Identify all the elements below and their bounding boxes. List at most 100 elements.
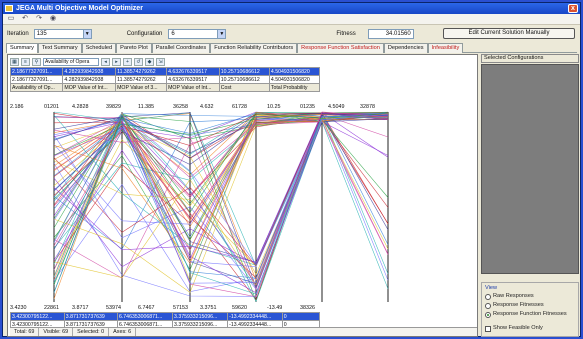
close-button[interactable]: x bbox=[568, 4, 578, 13]
cell: 4.632676339517 bbox=[166, 75, 220, 84]
window-title: JEGA Multi Objective Model Optimizer bbox=[16, 5, 143, 12]
parallel-coordinates-plot[interactable]: 2.186 01201 4.2828 39829 11.385 36258 4.… bbox=[10, 104, 477, 311]
axis-top-label: 61728 bbox=[232, 104, 247, 110]
iteration-label: Iteration bbox=[7, 31, 29, 37]
column-header[interactable]: Availability of Op... bbox=[9, 83, 64, 92]
fitness-label: Fitness bbox=[336, 31, 356, 37]
radio-icon[interactable] bbox=[485, 303, 491, 309]
cell: 2.18677327091... bbox=[9, 75, 64, 84]
axis-top-label: 4.5049 bbox=[328, 104, 345, 110]
tab-bar: Summary Text Summary Scheduled Pareto Pl… bbox=[6, 43, 577, 53]
axis-top-label: 2.186 bbox=[10, 104, 24, 110]
column-header[interactable]: Total Probability bbox=[268, 83, 321, 92]
column-header[interactable]: MOP Value of Int... bbox=[62, 83, 117, 92]
tab-pareto-plot[interactable]: Pareto Plot bbox=[116, 43, 152, 53]
cell: 3.375933215096... bbox=[172, 312, 229, 321]
save-icon[interactable]: ▭ bbox=[7, 15, 15, 23]
cell: 3.42300795122... bbox=[10, 312, 65, 321]
axis-bottom-label: 3.8717 bbox=[72, 305, 89, 311]
table-row[interactable]: 3.42300795122... 3.871731737639 6.746353… bbox=[10, 312, 321, 321]
move-left-icon[interactable]: ◂ bbox=[101, 57, 110, 66]
selected-configurations-list[interactable] bbox=[481, 64, 579, 274]
axis-bottom-label: 22861 bbox=[44, 305, 59, 311]
axis-top-label: 32878 bbox=[360, 104, 375, 110]
view-title: View bbox=[485, 285, 498, 291]
tab-scheduled[interactable]: Scheduled bbox=[81, 43, 117, 53]
axis-bottom-label: 3.3751 bbox=[200, 305, 217, 311]
help-icon[interactable]: ◉ bbox=[49, 15, 57, 23]
cell: 4.504931506820 bbox=[268, 67, 321, 76]
cell: -13.4992334448... bbox=[227, 312, 283, 321]
chevron-down-icon: ▼ bbox=[82, 30, 91, 38]
option-label: Response Function Fitnesses bbox=[493, 311, 567, 317]
column-header[interactable]: MOP Value of Int... bbox=[166, 83, 220, 92]
grid-icon[interactable]: ▦ bbox=[10, 57, 19, 66]
total-count: Total: 69 bbox=[10, 328, 40, 336]
cell: 4.632676339517 bbox=[166, 67, 220, 76]
view-options: View Raw Responses Response Fitnesses Re… bbox=[481, 282, 579, 337]
undo-icon[interactable]: ↶ bbox=[21, 15, 29, 23]
configuration-select[interactable]: 6 ▼ bbox=[168, 29, 227, 39]
cell: 10.25710686612 bbox=[218, 67, 270, 76]
title-bar: JEGA Multi Objective Model Optimizer x bbox=[3, 3, 580, 14]
app-icon bbox=[5, 5, 13, 12]
tab-summary[interactable]: Summary bbox=[6, 43, 38, 53]
filter-icon[interactable]: ⚲ bbox=[32, 57, 41, 66]
list-icon[interactable]: ≡ bbox=[21, 57, 30, 66]
visible-count: Visible: 69 bbox=[39, 328, 74, 336]
export-icon[interactable]: ⇲ bbox=[156, 57, 165, 66]
axis-top-label: 39829 bbox=[106, 104, 121, 110]
option-raw-responses[interactable]: Raw Responses bbox=[485, 293, 575, 302]
radio-icon[interactable] bbox=[485, 294, 491, 300]
cell: 11.38574279262 bbox=[115, 75, 168, 84]
cell: 4.282939842938 bbox=[62, 67, 117, 76]
redo-icon[interactable]: ↷ bbox=[35, 15, 43, 23]
axis-bottom-label: 6.7467 bbox=[138, 305, 155, 311]
reset-icon[interactable]: ↺ bbox=[134, 57, 143, 66]
option-label: Response Fitnesses bbox=[493, 302, 544, 308]
cell: 11.38574279262 bbox=[115, 67, 168, 76]
tab-dependencies[interactable]: Dependencies bbox=[383, 43, 428, 53]
plot-toolbar: ▦ ≡ ⚲ Availability of Opera ◂ ▸ + ↺ ◆ ⇲ bbox=[10, 57, 165, 66]
move-right-icon[interactable]: ▸ bbox=[112, 57, 121, 66]
checkbox-icon[interactable] bbox=[485, 326, 491, 332]
axis-top-label: 36258 bbox=[173, 104, 188, 110]
tab-response-function[interactable]: Response Function Satisfaction bbox=[297, 43, 384, 53]
tab-function-reliability[interactable]: Function Reliability Contributors bbox=[210, 43, 298, 53]
color-icon[interactable]: ◆ bbox=[145, 57, 154, 66]
cell: 6.746353006871... bbox=[116, 312, 174, 321]
iteration-select[interactable]: 135 ▼ bbox=[33, 29, 92, 39]
plot-canvas[interactable] bbox=[10, 104, 477, 311]
tab-infeasibility[interactable]: Infeasibility bbox=[427, 43, 464, 53]
show-feasible-only[interactable]: Show Feasible Only bbox=[485, 325, 575, 334]
cell: 0 bbox=[281, 312, 321, 321]
cell: 2.18677327091... bbox=[9, 67, 64, 76]
axis-top-label: 01201 bbox=[44, 104, 59, 110]
table-row[interactable]: 2.18677327091... 4.282939842938 11.38574… bbox=[9, 75, 321, 84]
iteration-row: Iteration 135 ▼ Configuration 6 ▼ Fitnes… bbox=[7, 28, 576, 40]
axis-select[interactable]: Availability of Opera bbox=[43, 57, 99, 66]
chevron-down-icon: ▼ bbox=[217, 30, 226, 38]
column-header[interactable]: Cost bbox=[218, 83, 270, 92]
configuration-value: 6 bbox=[171, 31, 175, 37]
column-header[interactable]: MOP Value of 3... bbox=[115, 83, 168, 92]
option-response-function-fitnesses[interactable]: Response Function Fitnesses bbox=[485, 311, 575, 325]
tab-text-summary[interactable]: Text Summary bbox=[37, 43, 82, 53]
cell: 10.25710686612 bbox=[218, 75, 270, 84]
axis-bottom-label: 53974 bbox=[106, 305, 121, 311]
axis-bottom-label: -13.49 bbox=[267, 305, 283, 311]
edit-solution-button[interactable]: Edit Current Solution Manually bbox=[443, 28, 575, 39]
axis-top-label: 4.632 bbox=[200, 104, 214, 110]
tab-parallel-coordinates[interactable]: Parallel Coordinates bbox=[151, 43, 211, 53]
checkbox-label: Show Feasible Only bbox=[493, 325, 543, 331]
axis-bottom-label: 3.4230 bbox=[10, 305, 27, 311]
selected-count: Selected: 0 bbox=[73, 328, 110, 336]
table-row[interactable]: 2.18677327091... 4.282939842938 11.38574… bbox=[9, 67, 321, 76]
axis-bottom-label: 59620 bbox=[232, 305, 247, 311]
option-response-fitnesses[interactable]: Response Fitnesses bbox=[485, 302, 575, 311]
fitness-field: 34.01560 bbox=[367, 29, 414, 39]
axis-top-label: 10.25 bbox=[267, 104, 281, 110]
configuration-label: Configuration bbox=[126, 31, 163, 37]
zoom-icon[interactable]: + bbox=[123, 57, 132, 66]
radio-selected-icon[interactable] bbox=[485, 312, 491, 318]
